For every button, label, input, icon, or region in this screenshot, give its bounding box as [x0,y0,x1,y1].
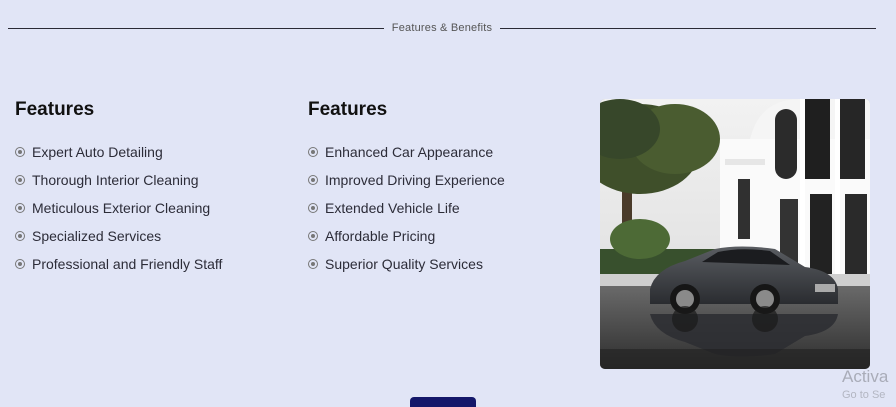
benefit-item-label: Extended Vehicle Life [325,200,460,216]
section-label: Features & Benefits [391,22,493,34]
feature-item: Specialized Services [15,222,285,250]
features-list: Expert Auto Detailing Thorough Interior … [15,138,285,278]
divider-line-left [8,27,384,29]
watermark-subtitle: Go to Se [842,389,886,401]
watermark-title: Activa [842,367,889,386]
bottom-button[interactable] [410,397,476,407]
benefit-item: Improved Driving Experience [308,166,578,194]
radio-circle-icon [15,259,25,269]
feature-item-label: Expert Auto Detailing [32,144,163,160]
benefit-item-label: Improved Driving Experience [325,172,505,188]
features-column-left: Features Expert Auto Detailing Thorough … [15,98,285,278]
feature-item-label: Meticulous Exterior Cleaning [32,200,211,216]
feature-item-label: Professional and Friendly Staff [32,256,223,272]
benefit-item: Superior Quality Services [308,250,578,278]
benefits-list: Enhanced Car Appearance Improved Driving… [308,138,578,278]
car-photo [600,99,870,369]
feature-item: Expert Auto Detailing [15,138,285,166]
car-photo-illustration [600,99,870,369]
benefits-column: Features Enhanced Car Appearance Improve… [308,98,578,278]
radio-circle-icon [15,147,25,157]
feature-item-label: Specialized Services [32,228,162,244]
benefit-item-label: Enhanced Car Appearance [325,144,494,160]
benefit-item: Affordable Pricing [308,222,578,250]
benefit-item-label: Superior Quality Services [325,256,483,272]
radio-circle-icon [15,203,25,213]
radio-circle-icon [308,231,318,241]
radio-circle-icon [308,147,318,157]
radio-circle-icon [15,175,25,185]
divider-line-right [500,27,876,29]
features-heading: Features [15,99,95,120]
feature-item: Meticulous Exterior Cleaning [15,194,285,222]
activation-watermark: Activa Go to Se [842,367,889,401]
feature-item-label: Thorough Interior Cleaning [32,172,199,188]
radio-circle-icon [15,231,25,241]
radio-circle-icon [308,203,318,213]
radio-circle-icon [308,175,318,185]
section-divider: Features & Benefits [8,18,876,38]
radio-circle-icon [308,259,318,269]
feature-item: Professional and Friendly Staff [15,250,285,278]
benefit-item: Enhanced Car Appearance [308,138,578,166]
feature-item: Thorough Interior Cleaning [15,166,285,194]
benefit-item-label: Affordable Pricing [325,228,436,244]
benefits-heading: Features [308,99,388,120]
benefit-item: Extended Vehicle Life [308,194,578,222]
